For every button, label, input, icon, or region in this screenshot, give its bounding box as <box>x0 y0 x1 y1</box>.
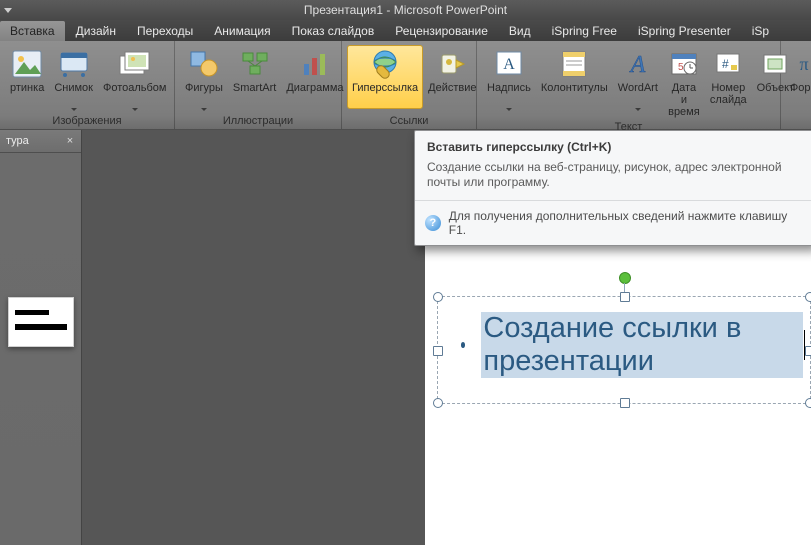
datetime-button[interactable]: 5 Дата и время <box>663 45 705 121</box>
slidenumber-label: Номер слайда <box>710 82 747 106</box>
picture-button[interactable]: ртинка <box>5 45 49 109</box>
svg-text:A: A <box>503 56 515 73</box>
hyperlink-label: Гиперссылка <box>352 82 418 106</box>
ribbon-tabs: Вставка Дизайн Переходы Анимация Показ с… <box>0 20 811 41</box>
screenshot-icon <box>58 48 90 80</box>
help-icon: ? <box>425 215 441 231</box>
svg-text:A: A <box>628 52 645 78</box>
svg-text:π: π <box>799 54 808 74</box>
tab-slideshow[interactable]: Показ слайдов <box>282 21 385 41</box>
photoalbum-button[interactable]: Фотоальбом <box>98 45 172 114</box>
textbox-button[interactable]: A Надпись <box>482 45 536 114</box>
smartart-button[interactable]: SmartArt <box>228 45 281 109</box>
equation-button[interactable]: π Форм <box>783 45 811 109</box>
smartart-label: SmartArt <box>233 82 276 106</box>
outline-tab[interactable]: тура <box>0 133 35 149</box>
chart-button[interactable]: Диаграмма <box>281 45 348 109</box>
wordart-icon: A <box>622 48 654 80</box>
resize-handle-mr[interactable] <box>805 346 811 356</box>
datetime-label: Дата и время <box>668 82 700 118</box>
headerfooter-label: Колонтитулы <box>541 82 608 106</box>
svg-text:#: # <box>722 57 729 71</box>
ribbon: ртинка Снимок Фотоальбом Изображения <box>0 41 811 130</box>
slidenumber-button[interactable]: # Номер слайда <box>705 45 752 109</box>
svg-text:5: 5 <box>678 62 684 73</box>
shapes-button[interactable]: Фигуры <box>180 45 228 114</box>
slide-thumbnail-1[interactable] <box>8 297 74 347</box>
tab-ispring-free[interactable]: iSpring Free <box>542 21 627 41</box>
resize-handle-bl[interactable] <box>433 398 443 408</box>
chart-label: Диаграмма <box>286 82 343 106</box>
bullet-icon <box>461 342 465 348</box>
slidenumber-icon: # <box>712 48 744 80</box>
photoalbum-label: Фотоальбом <box>103 82 167 106</box>
tooltip-title: Вставить гиперссылку (Ctrl+K) <box>415 131 811 158</box>
title-bar: Презентация1 - Microsoft PowerPoint <box>0 0 811 20</box>
content-placeholder[interactable]: Создание ссылки в презентации <box>437 296 811 404</box>
window-title: Презентация1 - Microsoft PowerPoint <box>304 3 507 17</box>
tab-ispring-presenter[interactable]: iSpring Presenter <box>628 21 741 41</box>
text-caret <box>804 330 805 360</box>
screenshot-button[interactable]: Снимок <box>49 45 98 114</box>
action-icon <box>436 48 468 80</box>
picture-icon <box>11 48 43 80</box>
slide-canvas: Вставить гиперссылку (Ctrl+K) Создание с… <box>82 130 811 545</box>
resize-handle-tm[interactable] <box>620 292 630 302</box>
shapes-icon <box>188 48 220 80</box>
tooltip-footer-text: Для получения дополнительных сведений на… <box>449 209 802 237</box>
datetime-icon: 5 <box>668 48 700 80</box>
tooltip-footer: ? Для получения дополнительных сведений … <box>415 200 811 245</box>
resize-handle-bm[interactable] <box>620 398 630 408</box>
tab-insert[interactable]: Вставка <box>0 21 65 41</box>
action-button[interactable]: Действие <box>423 45 481 109</box>
group-illustrations-label: Иллюстрации <box>175 115 341 128</box>
tab-view[interactable]: Вид <box>499 21 541 41</box>
equation-icon: π <box>788 48 811 80</box>
wordart-button[interactable]: A WordArt <box>613 45 663 114</box>
bullet-text[interactable]: Создание ссылки в презентации <box>481 312 803 378</box>
hyperlink-tooltip: Вставить гиперссылку (Ctrl+K) Создание с… <box>414 130 811 246</box>
textbox-icon: A <box>493 48 525 80</box>
headerfooter-icon <box>558 48 590 80</box>
work-area: тура × Вставить гиперссылку (Ctrl+K) Соз… <box>0 130 811 545</box>
hyperlink-button[interactable]: Гиперссылка <box>347 45 423 109</box>
tooltip-body: Создание ссылки на веб-страницу, рисунок… <box>415 158 811 200</box>
group-links: Гиперссылка Действие Ссылки <box>342 41 477 129</box>
group-images-label: Изображения <box>0 115 174 128</box>
picture-label: ртинка <box>10 82 44 106</box>
hyperlink-icon <box>369 48 401 80</box>
tab-animations[interactable]: Анимация <box>204 21 280 41</box>
group-illustrations: Фигуры SmartArt Диаграмма Иллюстрации <box>175 41 342 129</box>
resize-handle-br[interactable] <box>805 398 811 408</box>
wordart-label: WordArt <box>618 82 658 106</box>
qat-dropdown[interactable] <box>0 0 16 20</box>
action-label: Действие <box>428 82 476 106</box>
rotate-handle[interactable] <box>619 272 631 284</box>
group-images: ртинка Снимок Фотоальбом Изображения <box>0 41 175 129</box>
textbox-label: Надпись <box>487 82 531 106</box>
smartart-icon <box>239 48 271 80</box>
resize-handle-ml[interactable] <box>433 346 443 356</box>
photoalbum-icon <box>119 48 151 80</box>
tab-design[interactable]: Дизайн <box>66 21 126 41</box>
equation-label: Форм <box>790 82 811 106</box>
side-panel: тура × <box>0 130 82 545</box>
side-close-button[interactable]: × <box>63 134 77 148</box>
headerfooter-button[interactable]: Колонтитулы <box>536 45 613 109</box>
screenshot-label: Снимок <box>54 82 93 106</box>
tab-ispring-more[interactable]: iSp <box>742 21 779 41</box>
group-symbols-cut: π Форм <box>781 41 811 129</box>
tab-transitions[interactable]: Переходы <box>127 21 203 41</box>
group-links-label: Ссылки <box>342 115 476 128</box>
tab-review[interactable]: Рецензирование <box>385 21 498 41</box>
group-text: A Надпись Колонтитулы A WordArt <box>477 41 781 129</box>
resize-handle-tr[interactable] <box>805 292 811 302</box>
shapes-label: Фигуры <box>185 82 223 106</box>
chart-icon <box>299 48 331 80</box>
resize-handle-tl[interactable] <box>433 292 443 302</box>
